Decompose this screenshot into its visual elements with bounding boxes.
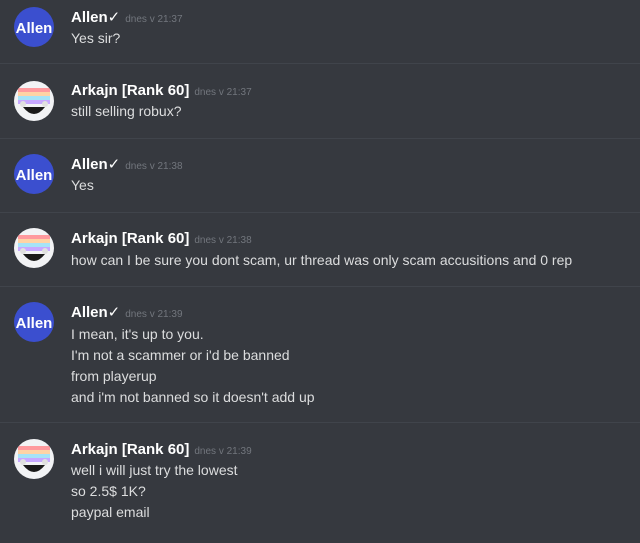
message-text: I mean, it's up to you. — [71, 326, 204, 342]
message-divider — [0, 212, 640, 213]
username[interactable]: Arkajn [Rank 60] — [71, 82, 189, 99]
timestamp: dnes v 21:37 — [125, 14, 183, 25]
timestamp: dnes v 21:38 — [125, 161, 183, 172]
message-text: I'm not a scammer or i'd be banned — [71, 347, 290, 363]
timestamp: dnes v 21:39 — [194, 446, 252, 457]
username[interactable]: Allen✓ — [71, 304, 120, 321]
username[interactable]: Arkajn [Rank 60] — [71, 230, 189, 247]
message-text: Yes sir? — [71, 30, 121, 46]
arkajn-avatar-icon[interactable] — [14, 439, 54, 479]
message-text: Yes — [71, 177, 94, 193]
timestamp: dnes v 21:38 — [194, 235, 252, 246]
svg-text:Allen: Allen — [16, 315, 53, 332]
allen-avatar-icon[interactable]: Allen — [14, 7, 54, 47]
message-divider — [0, 286, 640, 287]
allen-avatar-icon[interactable]: Allen — [14, 154, 54, 194]
svg-text:Allen: Allen — [16, 20, 53, 37]
username[interactable]: Arkajn [Rank 60] — [71, 441, 189, 458]
message-text: from playerup — [71, 368, 157, 384]
username[interactable]: Allen✓ — [71, 9, 120, 26]
message-text: so 2.5$ 1K? — [71, 483, 146, 499]
message-text: paypal email — [71, 504, 150, 520]
message-divider — [0, 138, 640, 139]
message-text: well i will just try the lowest — [71, 462, 238, 478]
timestamp: dnes v 21:39 — [125, 309, 183, 320]
timestamp: dnes v 21:37 — [194, 87, 252, 98]
chat-log: Allen Allen✓ dnes v 21:37 Yes sir? Arkaj… — [0, 0, 640, 543]
arkajn-avatar-icon[interactable] — [14, 228, 54, 268]
svg-text:Allen: Allen — [16, 167, 53, 184]
message-divider — [0, 422, 640, 423]
arkajn-avatar-icon[interactable] — [14, 81, 54, 121]
username[interactable]: Allen✓ — [71, 156, 120, 173]
message-text: and i'm not banned so it doesn't add up — [71, 389, 315, 405]
allen-avatar-icon[interactable]: Allen — [14, 302, 54, 342]
message-text: how can I be sure you dont scam, ur thre… — [71, 252, 573, 268]
message-text: still selling robux? — [71, 103, 182, 119]
message-divider — [0, 63, 640, 64]
